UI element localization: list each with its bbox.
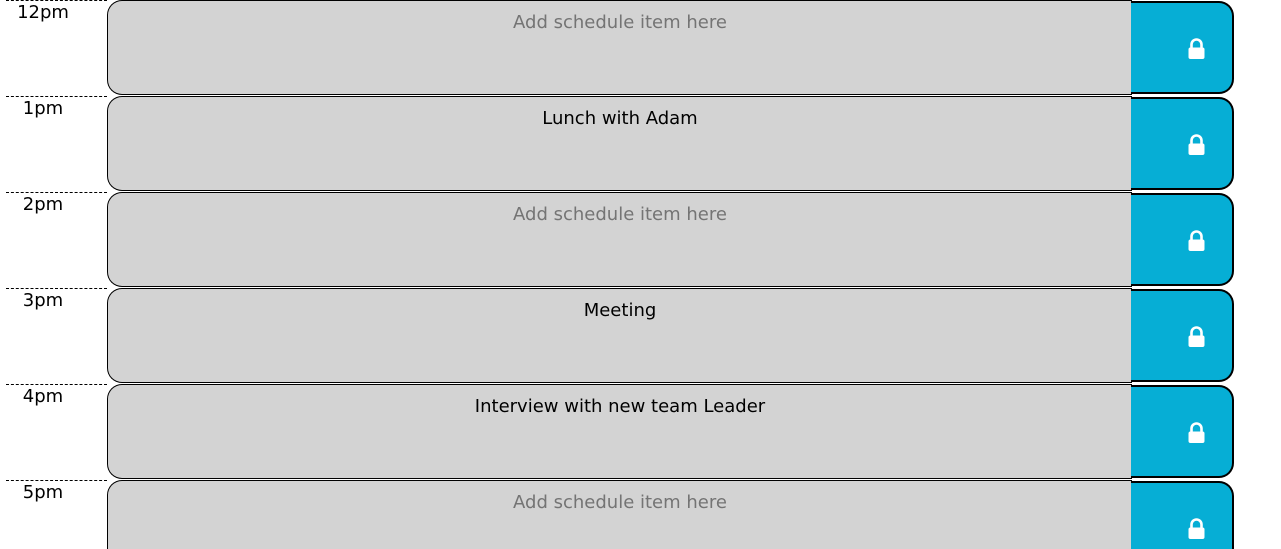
lock-icon: [1188, 38, 1205, 59]
time-block-1pm: 1pm Lunch with Adam: [0, 96, 1281, 192]
hour-label: 12pm: [6, 0, 107, 95]
hour-text: 5pm: [22, 482, 64, 503]
schedule-entry-input[interactable]: [107, 192, 1132, 287]
schedule-entry-input[interactable]: Lunch with Adam: [107, 96, 1132, 191]
save-button[interactable]: [1131, 385, 1234, 478]
hour-text: 1pm: [22, 98, 64, 119]
hour-text: 2pm: [22, 194, 64, 215]
time-block-2pm: 2pm: [0, 192, 1281, 288]
hour-label: 2pm: [6, 192, 107, 287]
day-scheduler: 12pm 1pm Lunch with Adam 2pm: [0, 0, 1281, 549]
lock-icon: [1188, 518, 1205, 539]
lock-icon: [1188, 422, 1205, 443]
hour-text: 12pm: [17, 2, 69, 23]
lock-icon: [1188, 134, 1205, 155]
time-block-4pm: 4pm Interview with new team Leader: [0, 384, 1281, 480]
schedule-entry-input[interactable]: [107, 480, 1132, 549]
hour-text: 3pm: [22, 290, 64, 311]
time-block-5pm: 5pm: [0, 480, 1281, 549]
time-block-3pm: 3pm Meeting: [0, 288, 1281, 384]
schedule-entry-input[interactable]: Meeting: [107, 288, 1132, 383]
hour-label: 3pm: [6, 288, 107, 383]
save-button[interactable]: [1131, 481, 1234, 549]
save-button[interactable]: [1131, 289, 1234, 382]
hour-label: 1pm: [6, 96, 107, 191]
lock-icon: [1188, 326, 1205, 347]
hour-label: 4pm: [6, 384, 107, 479]
hour-text: 4pm: [22, 386, 64, 407]
hour-label: 5pm: [6, 480, 107, 549]
schedule-entry-input[interactable]: Interview with new team Leader: [107, 384, 1132, 479]
save-button[interactable]: [1131, 97, 1234, 190]
save-button[interactable]: [1131, 1, 1234, 94]
schedule-entry-input[interactable]: [107, 0, 1132, 95]
save-button[interactable]: [1131, 193, 1234, 286]
lock-icon: [1188, 230, 1205, 251]
time-block-12pm: 12pm: [0, 0, 1281, 96]
